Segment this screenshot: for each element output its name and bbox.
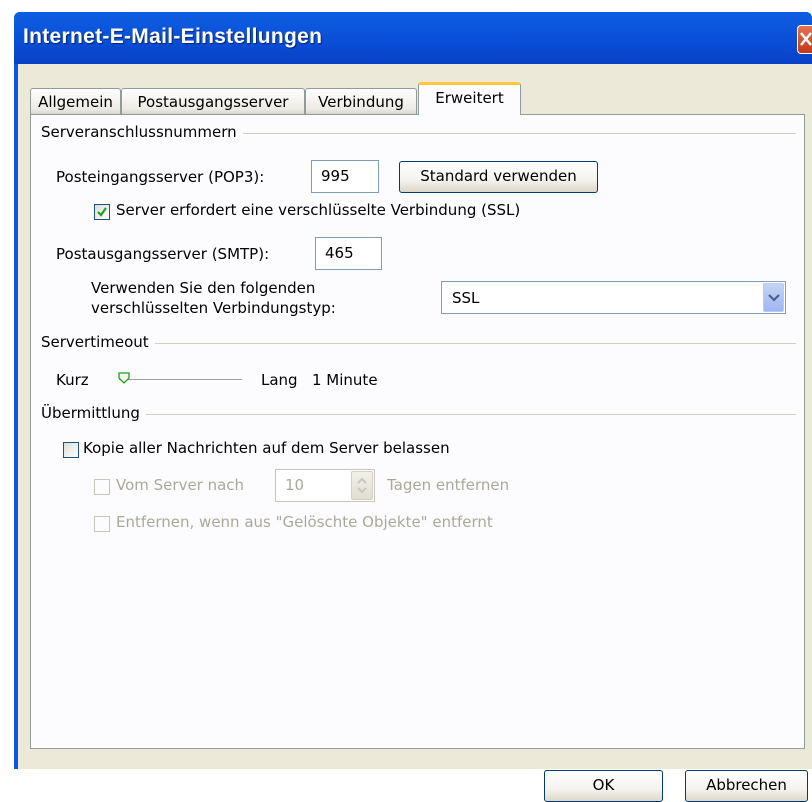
use-default-button[interactable]: Standard verwenden: [399, 161, 598, 193]
ssl-required-label: Server erfordert eine verschlüsselte Ver…: [116, 201, 521, 219]
remove-when-deleted-checkbox[interactable]: [94, 516, 110, 532]
timeout-short-label: Kurz: [56, 371, 89, 389]
group-label-timeout: Servertimeout: [41, 333, 155, 351]
tab-verbindung[interactable]: Verbindung: [305, 88, 417, 114]
remove-after-days-input[interactable]: 10: [275, 469, 375, 502]
group-divider: [41, 414, 796, 415]
keep-copy-label: Kopie aller Nachrichten auf dem Server b…: [83, 439, 450, 457]
spin-arrows-icon: [357, 477, 367, 494]
incoming-port-input[interactable]: 995: [311, 160, 379, 193]
close-button[interactable]: [797, 25, 812, 54]
ssl-required-checkbox[interactable]: [94, 204, 110, 220]
encryption-type-label-line1: Verwenden Sie den folgenden: [91, 279, 316, 297]
title-bar[interactable]: Internet-E-Mail-Einstellungen: [14, 12, 812, 64]
tab-erweitert[interactable]: Erweitert: [418, 82, 521, 115]
remove-after-days-value: 10: [285, 476, 305, 494]
group-label-server-ports: Serveranschlussnummern: [41, 123, 243, 141]
incoming-port-label: Posteingangsserver (POP3):: [56, 168, 265, 186]
encryption-type-value: SSL: [452, 289, 480, 307]
window-title: Internet-E-Mail-Einstellungen: [23, 25, 323, 48]
outgoing-port-input[interactable]: 465: [315, 237, 382, 270]
tab-panel-erweitert: Serveranschlussnummern Posteingangsserve…: [30, 114, 805, 749]
ok-button[interactable]: OK: [544, 770, 663, 802]
encryption-type-label-line2: verschlüsselten Verbindungstyp:: [91, 299, 336, 317]
keep-copy-checkbox[interactable]: [63, 442, 79, 458]
remove-after-label: Vom Server nach: [116, 476, 245, 494]
close-icon: [800, 32, 812, 46]
tab-postausgangsserver[interactable]: Postausgangsserver: [121, 88, 305, 114]
remove-when-deleted-label: Entfernen, wenn aus "Gelöschte Objekte" …: [116, 513, 493, 531]
remove-after-suffix: Tagen entfernen: [387, 476, 510, 494]
tab-allgemein[interactable]: Allgemein: [30, 88, 121, 114]
outgoing-port-label: Postausgangsserver (SMTP):: [56, 245, 270, 263]
chevron-down-icon: [768, 294, 780, 302]
days-spinner[interactable]: [351, 471, 373, 500]
checkmark-icon: [97, 207, 107, 217]
remove-after-checkbox[interactable]: [94, 479, 110, 495]
encryption-type-select[interactable]: SSL: [441, 281, 786, 314]
timeout-slider-thumb[interactable]: [117, 371, 131, 385]
dialog-window: Internet-E-Mail-Einstellungen Allgemein …: [14, 12, 812, 802]
timeout-value: 1 Minute: [312, 371, 378, 389]
cancel-button[interactable]: Abbrechen: [685, 770, 808, 802]
dialog-body: Allgemein Postausgangsserver Verbindung …: [18, 64, 812, 802]
timeout-long-label: Lang: [261, 371, 298, 389]
dropdown-button[interactable]: [763, 283, 784, 312]
group-label-delivery: Übermittlung: [41, 404, 146, 422]
timeout-slider-track[interactable]: [119, 379, 242, 381]
